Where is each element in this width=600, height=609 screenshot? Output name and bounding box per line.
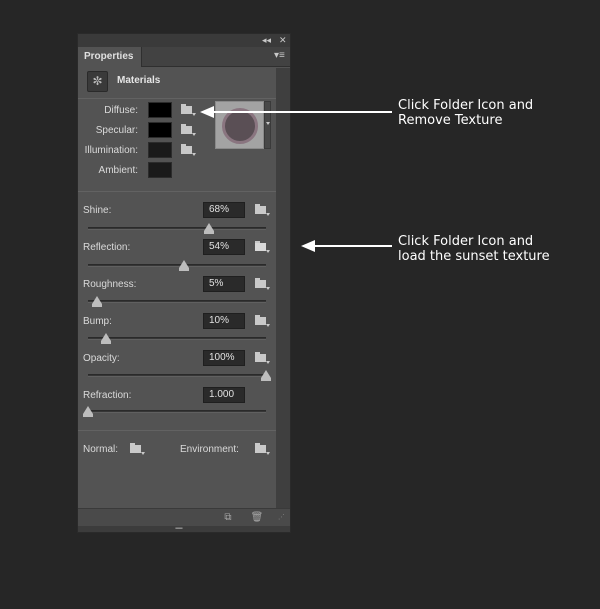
- annotation-arrow-top: [212, 111, 392, 113]
- reflection-slider[interactable]: [88, 260, 266, 271]
- collapse-icon[interactable]: ◂◂: [262, 34, 271, 47]
- bottom-grip[interactable]: ▪▪▪▪▪▪: [78, 526, 290, 532]
- environment-label: Environment:: [180, 444, 239, 455]
- ambient-label: Ambient:: [98, 165, 138, 176]
- texture-ring: [222, 108, 258, 144]
- illumination-folder-icon[interactable]: [180, 143, 196, 157]
- refraction-label: Refraction:: [83, 390, 132, 401]
- shine-folder-icon[interactable]: [254, 203, 270, 217]
- divider: [78, 98, 276, 99]
- texture-dropdown[interactable]: [264, 101, 271, 149]
- annotation-arrow-mid: [313, 245, 392, 247]
- normal-folder-icon[interactable]: [129, 442, 145, 456]
- bump-folder-icon[interactable]: [254, 314, 270, 328]
- tab-bar: Properties ▾≡: [78, 47, 290, 67]
- roughness-knob[interactable]: [91, 296, 102, 307]
- annotation-top-line2: Remove Texture: [398, 113, 503, 128]
- annotation-top-line1: Click Folder Icon and: [398, 98, 534, 113]
- annotation-mid-line1: Click Folder Icon and: [398, 234, 534, 249]
- shine-label: Shine:: [83, 205, 112, 216]
- opacity-knob[interactable]: [261, 370, 271, 381]
- reflection-label: Reflection:: [83, 242, 131, 253]
- annotation-top: Click Folder Icon and Remove Texture: [398, 98, 533, 128]
- reflection-texture-icon[interactable]: [254, 240, 270, 254]
- header-title: Materials: [117, 75, 161, 86]
- opacity-label: Opacity:: [83, 353, 120, 364]
- reflection-value[interactable]: 54%: [203, 239, 245, 255]
- illumination-label: Illumination:: [84, 145, 138, 156]
- specular-swatch[interactable]: [148, 122, 172, 138]
- roughness-slider[interactable]: [88, 296, 266, 307]
- resize-grip-icon[interactable]: ⋰: [278, 513, 285, 521]
- refraction-knob[interactable]: [83, 406, 93, 417]
- annotation-arrowhead-mid: [301, 240, 315, 252]
- reflection-knob[interactable]: [179, 260, 190, 271]
- tab-properties[interactable]: Properties: [78, 47, 142, 67]
- roughness-folder-icon[interactable]: [254, 277, 270, 291]
- properties-panel: ◂◂ ✕ Properties ▾≡ ✼ Materials Diffuse: …: [77, 33, 291, 533]
- close-icon[interactable]: ✕: [279, 34, 287, 47]
- roughness-label: Roughness:: [83, 279, 137, 290]
- materials-header: ✼ Materials: [78, 70, 276, 96]
- refraction-slider[interactable]: [83, 406, 266, 417]
- environment-folder-icon[interactable]: [254, 442, 270, 456]
- diffuse-folder-icon[interactable]: [180, 103, 196, 117]
- roughness-value[interactable]: 5%: [203, 276, 245, 292]
- panel-menu-icon[interactable]: ▾≡: [274, 50, 285, 61]
- refraction-value[interactable]: 1.000: [203, 387, 245, 403]
- panel-titlebar: ◂◂ ✕: [78, 34, 290, 47]
- annotation-mid-line2: load the sunset texture: [398, 249, 550, 264]
- opacity-slider[interactable]: [88, 370, 271, 381]
- texture-thumbnail[interactable]: [215, 101, 264, 149]
- shine-slider[interactable]: [88, 223, 266, 234]
- new-material-icon[interactable]: ⧉: [221, 511, 235, 524]
- specular-folder-icon[interactable]: [180, 123, 196, 137]
- trash-icon[interactable]: 🗑: [250, 511, 264, 524]
- divider: [78, 430, 276, 431]
- opacity-folder-icon[interactable]: [254, 351, 270, 365]
- specular-label: Specular:: [95, 125, 138, 136]
- materials-icon[interactable]: ✼: [87, 71, 108, 92]
- bump-label: Bump:: [83, 316, 112, 327]
- shine-knob[interactable]: [204, 223, 215, 234]
- bump-knob[interactable]: [100, 333, 111, 344]
- illumination-swatch[interactable]: [148, 142, 172, 158]
- divider: [78, 191, 276, 192]
- normal-label: Normal:: [83, 444, 119, 455]
- ambient-swatch[interactable]: [148, 162, 172, 178]
- annotation-mid: Click Folder Icon and load the sunset te…: [398, 234, 550, 264]
- annotation-arrowhead-top: [200, 106, 214, 118]
- shine-value[interactable]: 68%: [203, 202, 245, 218]
- diffuse-swatch[interactable]: [148, 102, 172, 118]
- scrollbar[interactable]: [276, 68, 290, 508]
- diffuse-label: Diffuse:: [104, 105, 138, 116]
- opacity-value[interactable]: 100%: [203, 350, 245, 366]
- panel-footer: ⧉ 🗑 ⋰: [78, 508, 290, 526]
- bump-slider[interactable]: [88, 333, 266, 344]
- bump-value[interactable]: 10%: [203, 313, 245, 329]
